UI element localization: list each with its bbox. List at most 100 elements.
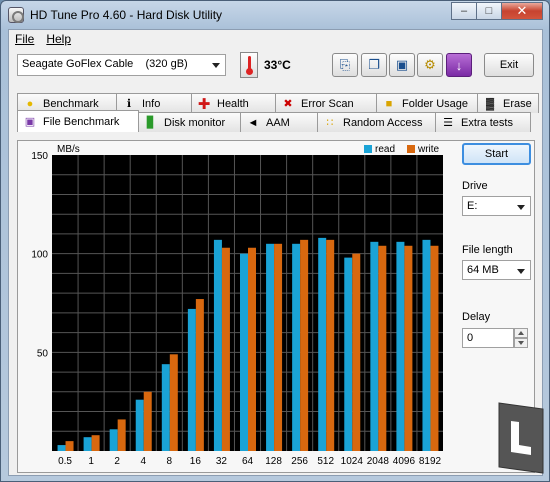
- tab-health[interactable]: ✚ Health: [191, 93, 276, 113]
- x-tick-label: 1: [88, 456, 94, 467]
- client-area: File Help Seagate GoFlex Cable (320 gB) …: [8, 29, 543, 476]
- x-tick-label: 2: [114, 456, 120, 467]
- tab-error-scan-label: Error Scan: [301, 97, 354, 110]
- bar-write-1024: [352, 253, 361, 451]
- download-button[interactable]: ↓: [446, 53, 472, 77]
- tab-extra-tests[interactable]: ☰ Extra tests: [435, 112, 531, 132]
- tab-erase-label: Erase: [503, 97, 532, 110]
- tab-aam[interactable]: ◄ AAM: [240, 112, 318, 132]
- title-bar[interactable]: HD Tune Pro 4.60 - Hard Disk Utility – □…: [1, 1, 549, 29]
- spin-down-button[interactable]: [514, 338, 528, 348]
- copy-text-button[interactable]: ⎘: [332, 53, 358, 77]
- x-tick-label: 64: [242, 456, 254, 467]
- bar-write-32: [221, 247, 230, 451]
- drive-dropdown[interactable]: Seagate GoFlex Cable (320 gB): [17, 54, 226, 76]
- bar-write-2: [117, 419, 126, 451]
- bar-read-2: [109, 429, 118, 451]
- y-tick-label: 50: [37, 348, 49, 359]
- tab-disk-monitor-label: Disk monitor: [164, 116, 226, 129]
- app-icon: [8, 7, 24, 23]
- window-controls: – □ ✕: [451, 2, 543, 20]
- start-button[interactable]: Start: [462, 143, 531, 165]
- drive-label: Drive: [462, 180, 488, 192]
- bar-read-1024: [344, 257, 353, 451]
- delay-value: 0: [467, 332, 474, 344]
- tab-file-benchmark-label: File Benchmark: [43, 115, 120, 128]
- options-button[interactable]: ⚙: [417, 53, 443, 77]
- tab-file-benchmark[interactable]: ▣ File Benchmark: [17, 110, 139, 132]
- menu-help[interactable]: Help: [40, 30, 77, 49]
- options-icon: ⚙: [424, 57, 436, 72]
- site-logo: [498, 402, 544, 474]
- drive-letter-dropdown[interactable]: E:: [462, 196, 531, 216]
- y-axis-label: MB/s: [57, 144, 80, 155]
- x-tick-labels: 0.5 1 2 4 8 16 32 64 128 256 512 1024 2048 4096 8192: [58, 456, 441, 467]
- x-tick-label: 32: [216, 456, 228, 467]
- bar-read-32: [213, 239, 222, 451]
- tab-erase[interactable]: ▓ Erase: [477, 93, 539, 113]
- bar-read-0.5: [57, 445, 66, 451]
- tab-random-access-label: Random Access: [343, 116, 423, 129]
- legend-swatch-read: [364, 145, 372, 153]
- drive-dropdown-value: Seagate GoFlex Cable (320 gB): [22, 58, 188, 70]
- menu-file[interactable]: File: [9, 30, 40, 49]
- bar-write-8: [169, 354, 178, 451]
- x-tick-label: 512: [317, 456, 334, 467]
- maximize-button[interactable]: □: [476, 2, 502, 20]
- chevron-down-icon: [212, 63, 220, 68]
- extra-tests-icon: ☰: [443, 117, 453, 129]
- legend-label-write: write: [417, 144, 440, 155]
- app-window: HD Tune Pro 4.60 - Hard Disk Utility – □…: [0, 0, 550, 482]
- tab-random-access[interactable]: ∷ Random Access: [317, 112, 436, 132]
- legend-swatch-write: [407, 145, 415, 153]
- x-tick-label: 4096: [393, 456, 416, 467]
- bar-write-64: [248, 247, 256, 451]
- bar-read-256: [292, 243, 301, 451]
- delay-label: Delay: [462, 311, 491, 323]
- save-button[interactable]: ▣: [389, 53, 415, 77]
- spin-up-button[interactable]: [514, 328, 528, 338]
- x-tick-label: 128: [265, 456, 282, 467]
- bar-read-2048: [370, 241, 379, 451]
- tab-aam-label: AAM: [266, 116, 290, 129]
- info-icon: ℹ: [126, 98, 132, 110]
- chart-legend: read write: [364, 144, 440, 155]
- bar-write-8192: [430, 245, 439, 451]
- delay-spinner: [514, 328, 528, 348]
- file-length-dropdown[interactable]: 64 MB: [462, 260, 531, 280]
- menu-file-label: File: [15, 32, 35, 46]
- drive-letter-value: E:: [467, 200, 478, 212]
- save-icon: ▣: [395, 57, 409, 72]
- y-tick-labels: 50 100 150: [31, 151, 48, 359]
- delay-input[interactable]: 0: [462, 328, 514, 348]
- down-arrow-icon: ↓: [455, 57, 463, 73]
- bar-write-0.5: [65, 441, 74, 451]
- x-tick-label: 1024: [341, 456, 364, 467]
- exit-button[interactable]: Exit: [484, 53, 534, 77]
- legend-label-read: read: [375, 144, 395, 155]
- bar-write-1: [91, 435, 100, 451]
- x-tick-label: 4: [140, 456, 146, 467]
- bar-read-4096: [396, 241, 405, 451]
- chevron-down-icon: [517, 205, 525, 210]
- tab-benchmark-label: Benchmark: [43, 97, 99, 110]
- disk-monitor-icon: ▊: [146, 117, 156, 129]
- tab-error-scan[interactable]: ✖ Error Scan: [275, 93, 377, 113]
- error-scan-icon: ✖: [283, 98, 293, 110]
- x-tick-label: 2048: [367, 456, 390, 467]
- benchmark-chart: MB/s read write 50 100 150 0.5 1 2 4 8 16 32 64 128…: [31, 144, 443, 467]
- close-button[interactable]: ✕: [501, 2, 543, 20]
- bar-read-128: [266, 243, 275, 451]
- y-tick-label: 100: [31, 250, 48, 261]
- copy-screenshot-button[interactable]: ❐: [361, 53, 387, 77]
- x-tick-label: 8192: [419, 456, 442, 467]
- y-tick-label: 150: [31, 151, 48, 162]
- tab-disk-monitor[interactable]: ▊ Disk monitor: [138, 112, 241, 132]
- tab-health-label: Health: [217, 97, 249, 110]
- minimize-button[interactable]: –: [451, 2, 477, 20]
- random-access-icon: ∷: [326, 117, 334, 129]
- tab-folder-usage[interactable]: ■ Folder Usage: [376, 93, 478, 113]
- tabs-bottom-row: ▣ File Benchmark ▊ Disk monitor ◄ AAM ∷ …: [17, 110, 531, 132]
- toolbar: Seagate GoFlex Cable (320 gB) 33°C ⎘ ❐ ▣…: [9, 52, 542, 82]
- tab-extra-tests-label: Extra tests: [461, 116, 513, 129]
